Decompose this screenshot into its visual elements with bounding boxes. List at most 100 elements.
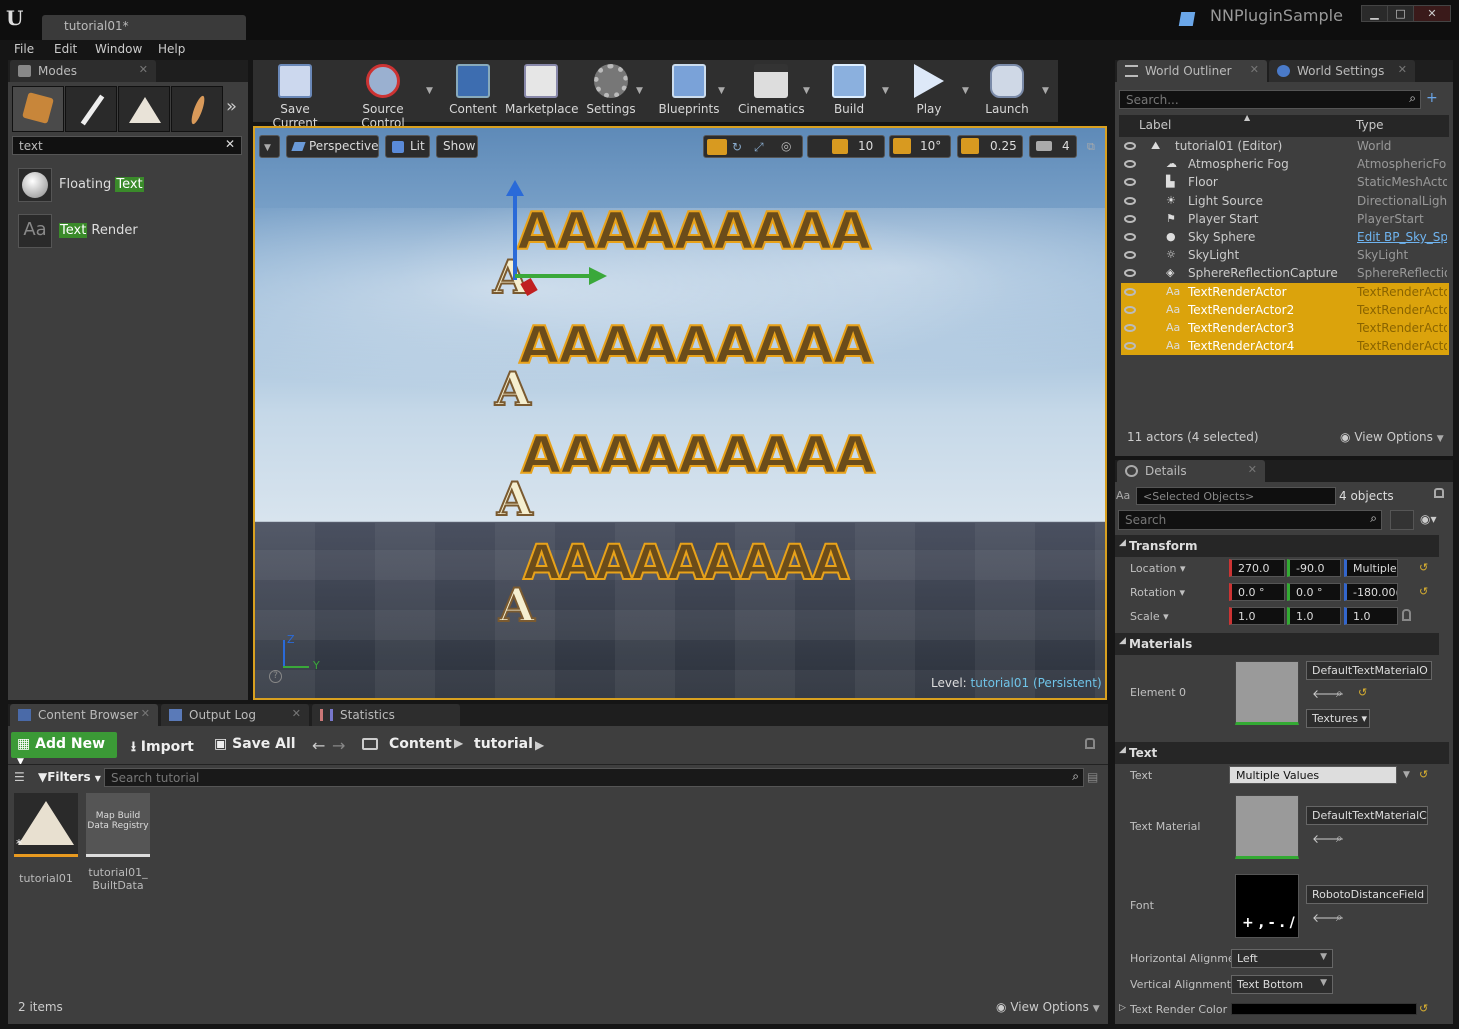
reset-text-icon[interactable]: ↺: [1419, 768, 1428, 781]
menu-edit[interactable]: Edit: [54, 42, 77, 56]
tab-modes[interactable]: Modes ✕: [10, 60, 156, 82]
scale-snap-value[interactable]: 0.25: [990, 139, 1017, 153]
details-search-input[interactable]: Search ⌕: [1118, 510, 1382, 530]
text-render-actor-4[interactable]: AAAAAAAAA: [522, 534, 850, 592]
camera-speed-control[interactable]: 4: [1029, 135, 1077, 158]
outliner-row[interactable]: ☀ Light Source DirectionalLight: [1121, 192, 1449, 210]
text-section[interactable]: Text: [1115, 742, 1449, 764]
reset-location-icon[interactable]: ↺: [1419, 561, 1428, 574]
close-icon[interactable]: ✕: [139, 63, 148, 76]
rotation-label[interactable]: Rotation ▾: [1130, 586, 1185, 599]
breadcrumb-tutorial[interactable]: tutorial: [474, 736, 533, 752]
add-filter-icon[interactable]: +: [1426, 90, 1438, 106]
tab-details[interactable]: Details ✕: [1117, 460, 1265, 482]
text-render-actor-1[interactable]: AAAAAAAAA: [516, 201, 872, 263]
location-label[interactable]: Location ▾: [1130, 562, 1186, 575]
cinematics-button[interactable]: Cinematics: [738, 64, 805, 120]
source-control-dropdown-icon[interactable]: ▼: [426, 86, 433, 96]
menu-help[interactable]: Help: [158, 42, 185, 56]
visibility-eye-icon[interactable]: [1124, 287, 1136, 296]
close-icon[interactable]: ✕: [1250, 63, 1259, 76]
selected-objects-field[interactable]: <Selected Objects>: [1136, 487, 1336, 505]
browse-icon[interactable]: ⌕: [1336, 831, 1343, 846]
foliage-mode-icon[interactable]: [171, 86, 223, 132]
paint-mode-icon[interactable]: [65, 86, 117, 132]
visibility-eye-icon[interactable]: [1124, 160, 1136, 169]
grid-snap-value[interactable]: 10: [858, 139, 873, 153]
level-viewport[interactable]: AAAAAAAAA AAAAAAAAA AAAAAAAAA AAAAAAAAA …: [253, 126, 1107, 700]
col-label[interactable]: Label: [1139, 118, 1171, 132]
settings-button[interactable]: Settings: [585, 64, 637, 120]
collapse-icon[interactable]: ◢: [1119, 636, 1126, 646]
rotate-icon[interactable]: ↻: [732, 140, 742, 154]
visibility-eye-icon[interactable]: [1124, 233, 1136, 241]
unreal-logo-icon[interactable]: U: [6, 6, 30, 30]
reset-material-icon[interactable]: ↺: [1358, 686, 1367, 699]
add-new-button[interactable]: ▦ Add New ▼: [11, 732, 117, 767]
visibility-eye-icon[interactable]: [1124, 269, 1136, 278]
lock-icon[interactable]: [1434, 488, 1444, 498]
outliner-view-options[interactable]: ◉ View Options ▼: [1340, 430, 1444, 444]
visibility-eye-icon[interactable]: [1124, 324, 1136, 332]
location-x-field[interactable]: 270.0: [1229, 559, 1285, 577]
show-button[interactable]: Show: [436, 135, 478, 158]
visibility-eye-icon[interactable]: [1124, 342, 1136, 351]
launch-dropdown-icon[interactable]: ▼: [1042, 86, 1049, 96]
reset-rotation-icon[interactable]: ↺: [1419, 585, 1428, 598]
outliner-search-input[interactable]: Search... ⌕: [1119, 90, 1421, 109]
close-icon[interactable]: ✕: [1398, 63, 1407, 76]
maximize-viewport-icon[interactable]: ⧉: [1087, 140, 1095, 154]
font-dropdown[interactable]: RobotoDistanceField: [1306, 885, 1428, 904]
tab-statistics[interactable]: Statistics: [312, 704, 460, 726]
outliner-row[interactable]: Aa TextRenderActor4 TextRenderActor: [1121, 337, 1449, 356]
launch-button[interactable]: Launch: [982, 64, 1032, 120]
collapse-icon[interactable]: ◢: [1119, 538, 1126, 548]
rotation-y-field[interactable]: 0.0 °: [1287, 583, 1341, 601]
outliner-row[interactable]: Aa TextRenderActor3 TextRenderActor: [1121, 319, 1449, 337]
close-icon[interactable]: ✕: [141, 707, 150, 720]
outliner-row[interactable]: ☼ SkyLight SkyLight: [1121, 246, 1449, 264]
forward-arrow-icon[interactable]: →: [332, 736, 345, 755]
help-icon[interactable]: ?: [269, 670, 282, 683]
save-all-button[interactable]: ▣ Save All: [214, 736, 296, 752]
rotation-snap-control[interactable]: 10°: [889, 135, 951, 158]
property-matrix-icon[interactable]: [1390, 510, 1414, 530]
perspective-button[interactable]: Perspective: [286, 135, 379, 158]
modes-search-input[interactable]: text ✕: [12, 136, 242, 155]
outliner-row[interactable]: ● Sky Sphere Edit BP_Sky_Sp: [1121, 228, 1449, 246]
outliner-row[interactable]: ◈ SphereReflectionCapture SphereReflection: [1121, 264, 1449, 282]
result-floating-text[interactable]: Floating Text: [12, 166, 244, 204]
gizmo-y-axis[interactable]: [515, 274, 593, 278]
source-control-button[interactable]: Source Control: [340, 64, 426, 130]
reset-color-icon[interactable]: ↺: [1419, 1002, 1428, 1015]
gizmo-z-arrow-icon[interactable]: [506, 180, 524, 196]
scale-snap-control[interactable]: 0.25: [957, 135, 1023, 158]
breadcrumb-separator-icon[interactable]: ▶: [535, 738, 544, 752]
details-view-options-icon[interactable]: ◉▾: [1420, 512, 1437, 526]
scale-x-field[interactable]: 1.0: [1229, 607, 1285, 625]
rotation-snap-icon[interactable]: [893, 138, 911, 154]
visibility-eye-icon[interactable]: [1124, 196, 1136, 205]
collapse-icon[interactable]: ◢: [1119, 745, 1126, 755]
text-material-thumbnail[interactable]: [1235, 795, 1299, 859]
translate-icon[interactable]: [707, 139, 727, 155]
lock-icon[interactable]: [1085, 738, 1095, 749]
browse-icon[interactable]: ⌕: [1336, 686, 1343, 701]
outliner-row[interactable]: ⚑ Player Start PlayerStart: [1121, 210, 1449, 228]
font-thumbnail[interactable]: + , - . /: [1235, 874, 1299, 938]
tab-world-outliner[interactable]: World Outliner ✕: [1117, 60, 1267, 82]
play-dropdown-icon[interactable]: ▼: [962, 86, 969, 96]
gizmo-z-axis[interactable]: [513, 190, 517, 280]
scale-label[interactable]: Scale ▾: [1130, 610, 1169, 623]
blueprints-button[interactable]: Blueprints: [657, 64, 721, 120]
visibility-eye-icon[interactable]: [1124, 142, 1136, 150]
asset-builtdata[interactable]: Map Build Data Registry: [86, 793, 150, 857]
menu-window[interactable]: Window: [95, 42, 142, 56]
scale-z-field[interactable]: 1.0: [1344, 607, 1398, 625]
close-icon[interactable]: ✕: [292, 707, 301, 720]
asset-tutorial01[interactable]: *: [14, 793, 78, 857]
breadcrumb-separator-icon[interactable]: ▶: [454, 736, 463, 750]
text-render-actor-2[interactable]: AAAAAAAAA: [518, 315, 874, 377]
halign-dropdown[interactable]: Left ▼: [1231, 949, 1333, 968]
back-arrow-icon[interactable]: ←: [312, 736, 325, 755]
